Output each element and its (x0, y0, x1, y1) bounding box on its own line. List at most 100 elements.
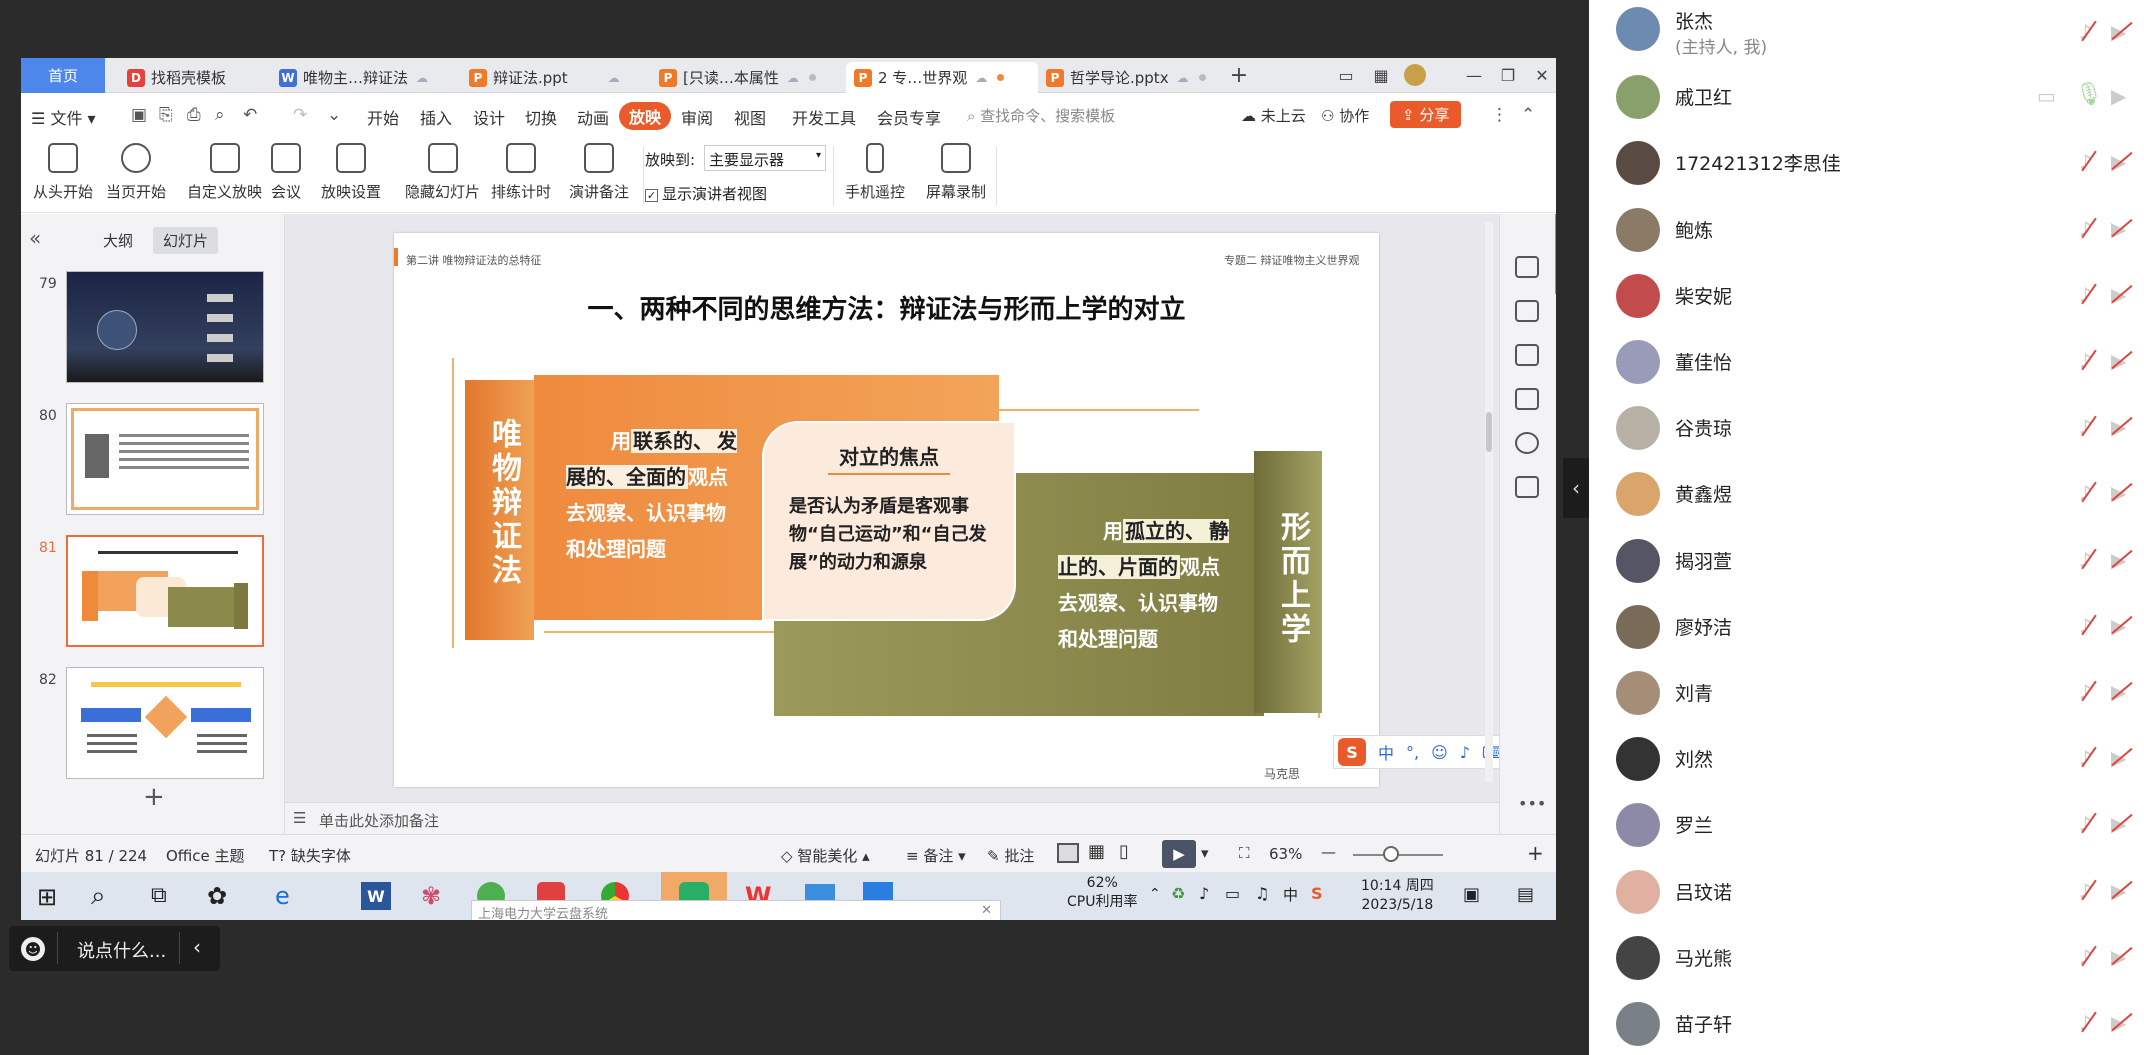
layout-icon[interactable]: ▭ (1333, 64, 1359, 86)
tray-mic-icon[interactable]: ♪ (1199, 884, 1209, 903)
windows-start-icon[interactable]: ⊞ (37, 883, 57, 911)
slide-thumbnail-79[interactable] (66, 271, 264, 383)
menu-slideshow[interactable]: 放映 (619, 102, 672, 130)
from-start-button[interactable]: 从头开始 (33, 143, 93, 202)
chevron-down-icon[interactable]: ▾ (1201, 844, 1209, 862)
share-button[interactable]: ⇪ 分享 (1390, 101, 1462, 128)
hide-slide-button[interactable]: 隐藏幻灯片 (405, 143, 480, 202)
add-slide-button[interactable]: + (143, 782, 165, 812)
notification-icon[interactable]: ▤ (1517, 884, 1534, 905)
mic-muted-icon[interactable]: ♪ (2079, 879, 2092, 903)
fit-window-icon[interactable]: ⛶ (1239, 844, 1250, 862)
word-taskbar-icon[interactable]: W (361, 882, 391, 910)
tray-icon-1[interactable]: ♻ (1171, 884, 1185, 903)
camera-off-icon[interactable]: ▶ (2111, 680, 2126, 704)
menu-design[interactable]: 设计 (473, 105, 505, 129)
camera-off-icon[interactable]: ▶ (2111, 746, 2126, 770)
camera-off-icon[interactable]: ▶ (2111, 20, 2126, 44)
slide-thumbnail-80[interactable] (66, 403, 264, 515)
zoom-out-button[interactable]: — (1321, 843, 1336, 861)
kebab-icon[interactable]: ⋮ (1491, 105, 1508, 125)
tab-slides[interactable]: 幻灯片 (153, 227, 219, 254)
participant-row[interactable]: 刘青 ♪ ▶ (1589, 660, 2144, 726)
participant-row[interactable]: 揭羽萱 ♪ ▶ (1589, 528, 2144, 594)
search-icon[interactable]: ⌕ (91, 881, 106, 912)
mic-muted-icon[interactable]: ♪ (2079, 283, 2092, 307)
mic-on-icon[interactable]: 🎙 (2075, 82, 2103, 107)
missing-font-button[interactable]: T? 缺失字体 (269, 845, 351, 866)
camera-off-icon[interactable]: ▶ (2111, 812, 2126, 836)
close-icon[interactable]: ✕ (981, 903, 992, 918)
rehearse-button[interactable]: 排练计时 (491, 143, 551, 202)
tab-ppt-active[interactable]: P 2 专…世界观 ☁ (846, 62, 1038, 93)
chat-input[interactable]: ☻ 说点什么... ‹ (9, 926, 220, 971)
camera-off-icon[interactable]: ▶ (2111, 945, 2126, 969)
app-icon-1[interactable]: ✿ (207, 882, 227, 910)
camera-off-icon[interactable]: ▶ (2111, 217, 2126, 241)
slide-thumbnail-81[interactable] (66, 535, 264, 647)
camera-off-icon[interactable]: ▶ (2111, 283, 2126, 307)
menu-insert[interactable]: 插入 (420, 105, 452, 129)
location-icon[interactable] (1515, 432, 1539, 454)
print-icon[interactable]: ⎙ (187, 105, 201, 125)
vertical-scrollbar[interactable] (1485, 222, 1493, 782)
custom-show-button[interactable]: 自定义放映 (187, 143, 262, 202)
participant-row[interactable]: 马光熊 ♪ ▶ (1589, 925, 2144, 991)
collapse-ribbon-icon[interactable]: ⌃ (1521, 105, 1535, 125)
participant-row[interactable]: 刘然 ♪ ▶ (1589, 726, 2144, 792)
camera-off-icon[interactable]: ▶ (2111, 614, 2126, 638)
menu-transition[interactable]: 切换 (525, 105, 557, 129)
zoom-level[interactable]: 63% (1269, 845, 1302, 863)
undo-icon[interactable]: ↶ (243, 105, 257, 125)
user-avatar[interactable] (1402, 64, 1428, 86)
participant-row[interactable]: 张杰 (主持人, 我) ♪ ▶ (1589, 0, 2144, 66)
mic-muted-icon[interactable]: ♪ (2079, 20, 2092, 44)
participant-row[interactable]: 谷贵琼 ♪ ▶ (1589, 395, 2144, 461)
mic-muted-icon[interactable]: ♪ (2079, 150, 2092, 174)
meeting-button[interactable]: 会议 (271, 143, 301, 202)
new-tab-button[interactable]: + (1226, 63, 1252, 88)
preview-icon[interactable]: ⌕ (215, 105, 225, 125)
menu-start[interactable]: 开始 (367, 105, 399, 129)
more-icon[interactable]: ••• (1518, 794, 1546, 813)
chevron-up-icon[interactable]: ⌃ (1149, 886, 1161, 902)
smart-beautify-button[interactable]: ◇ 智能美化 ▴ (781, 845, 870, 866)
mic-muted-icon[interactable]: ♪ (2079, 481, 2092, 505)
notes-toggle[interactable]: ≡ 备注 ▾ (906, 845, 966, 866)
file-menu[interactable]: ☰ 文件 ▾ (31, 105, 96, 129)
mic-muted-icon[interactable]: ♪ (2079, 746, 2092, 770)
participant-row[interactable]: 鲍炼 ♪ ▶ (1589, 197, 2144, 263)
redo-icon[interactable]: ↷ (293, 105, 307, 125)
zoom-slider-thumb[interactable] (1383, 846, 1399, 862)
command-search[interactable]: ⌕ 查找命令、搜索模板 (967, 105, 1115, 126)
participant-row[interactable]: 董佳怡 ♪ ▶ (1589, 329, 2144, 395)
mic-muted-icon[interactable]: ♪ (2079, 614, 2092, 638)
comment-toggle[interactable]: ✎ 批注 (987, 845, 1034, 866)
image-icon[interactable] (1515, 388, 1539, 410)
participant-row[interactable]: 172421312李思佳 ♪ ▶ (1589, 130, 2144, 196)
menu-view[interactable]: 视图 (734, 105, 766, 129)
collab-button[interactable]: ⚇ 协作 (1321, 105, 1369, 126)
mic-muted-icon[interactable]: ♪ (2079, 812, 2092, 836)
mic-muted-icon[interactable]: ♪ (2079, 217, 2092, 241)
current-slide[interactable]: 第二讲 唯物辩证法的总特征 专题二 辩证唯物主义世界观 一、两种不同的思维方法：… (394, 233, 1379, 787)
normal-view-icon[interactable] (1057, 843, 1079, 863)
tab-ppt-1[interactable]: P 辩证法.ppt ☁ (461, 62, 641, 93)
chevron-left-icon[interactable]: ‹ (193, 935, 201, 959)
participant-row[interactable]: 吕玟诺 ♪ ▶ (1589, 859, 2144, 925)
mic-muted-icon[interactable]: ♪ (2079, 415, 2092, 439)
participant-row[interactable]: 黄鑫煜 ♪ ▶ (1589, 461, 2144, 527)
reading-view-icon[interactable]: ▯ (1119, 841, 1129, 862)
minimize-button[interactable]: — (1461, 64, 1487, 86)
grid-icon[interactable]: ▦ (1368, 64, 1394, 86)
tab-ppt-2[interactable]: P [只读…本属性 ☁ (651, 62, 851, 93)
participant-row[interactable]: 戚卫红 ▭ 🎙 ▶ (1589, 64, 2144, 130)
play-slideshow-button[interactable]: ▶ (1162, 840, 1196, 868)
book-icon[interactable] (1515, 476, 1539, 498)
mic-muted-icon[interactable]: ♪ (2079, 945, 2092, 969)
volume-icon[interactable]: ♫ (1255, 884, 1269, 903)
participant-row[interactable]: 苗子轩 ♪ ▶ (1589, 991, 2144, 1055)
notes-bar[interactable]: ☰ 单击此处添加备注 (285, 802, 1499, 834)
presenter-notes-button[interactable]: 演讲备注 (569, 143, 629, 202)
battery-icon[interactable]: ▭ (1225, 884, 1240, 903)
